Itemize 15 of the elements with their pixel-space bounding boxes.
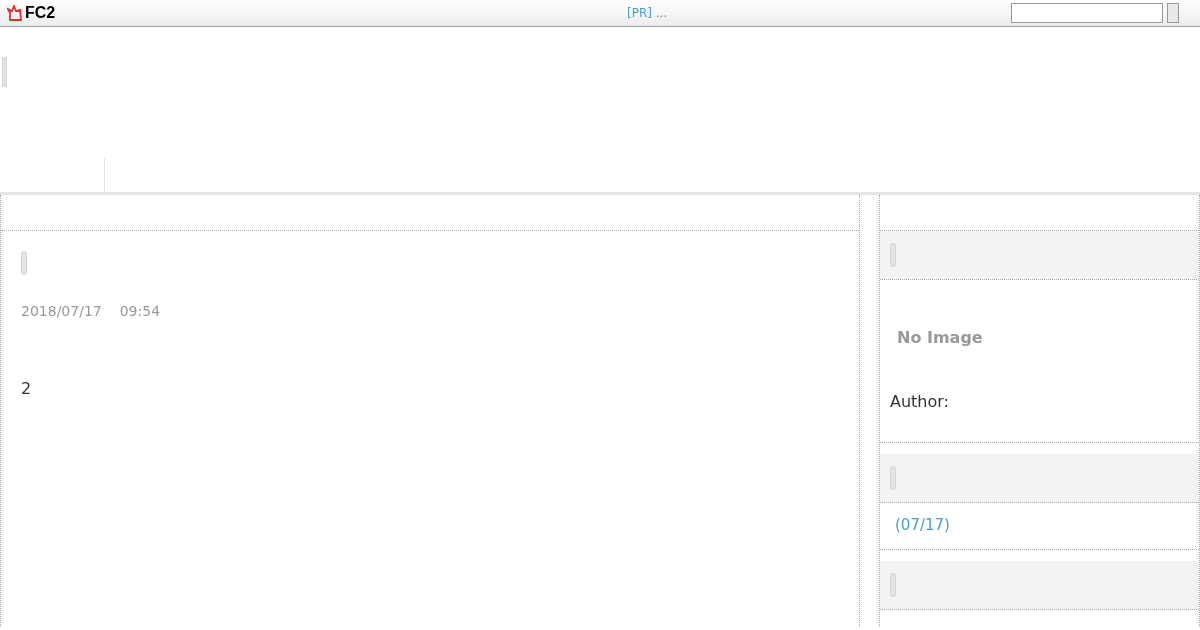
author-label: Author: bbox=[890, 391, 950, 413]
search-button[interactable] bbox=[1167, 3, 1179, 23]
logo-text: FC2 bbox=[25, 3, 56, 23]
title-marker-icon bbox=[890, 466, 896, 490]
header-marker-icon bbox=[2, 57, 7, 87]
entry-time: 09:54 bbox=[119, 302, 161, 321]
ad-link[interactable]: [PR] ... bbox=[627, 4, 668, 22]
title-marker-icon bbox=[21, 251, 27, 275]
title-marker-icon bbox=[890, 573, 896, 597]
entry-body: 2 bbox=[21, 378, 33, 400]
entry-date: 2018/07/17 bbox=[21, 302, 102, 321]
title-marker-icon bbox=[890, 243, 896, 267]
search-field[interactable] bbox=[1011, 3, 1163, 23]
recent-entry-link[interactable]: (07/17) bbox=[895, 516, 950, 534]
no-image-text: No Image bbox=[897, 327, 984, 349]
